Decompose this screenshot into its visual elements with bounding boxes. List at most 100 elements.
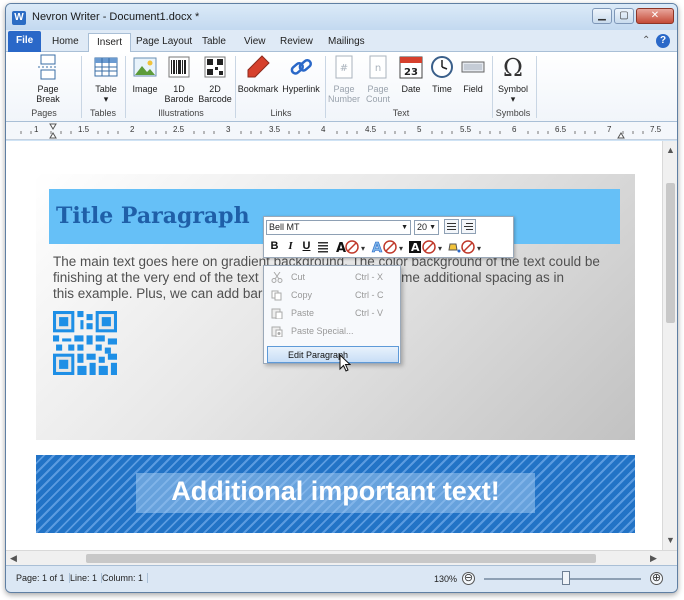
minimize-button[interactable]: ▁ [592,8,612,24]
table-label: Table [95,84,117,94]
tab-mailings[interactable]: Mailings [320,33,373,52]
image-icon [133,57,157,77]
svg-text:#: # [340,63,348,74]
hyperlink-icon [290,59,312,75]
horizontal-scroll-thumb[interactable] [86,554,596,563]
help-icon[interactable]: ? [656,34,670,48]
svg-text:n: n [375,63,381,74]
time-button[interactable]: Time [427,54,457,94]
tab-view[interactable]: View [236,33,274,52]
tab-insert[interactable]: Insert [88,33,132,52]
calendar-day: 23 [404,67,418,78]
scroll-down-icon[interactable]: ▼ [666,535,675,545]
align-justify-icon[interactable] [318,242,328,253]
page-number-button[interactable]: # Page Number [326,54,362,104]
barcode-1d-label-2: Barode [164,94,194,104]
chevron-down-icon[interactable]: ▾ [399,244,403,253]
chevron-down-icon[interactable]: ▾ [438,244,442,253]
banner-text-box: Additional important text! [136,473,535,513]
font-name-combobox[interactable]: Bell MT ▼ [266,220,411,235]
paint-bucket-icon[interactable] [448,243,461,253]
menu-item-copy[interactable]: Copy Ctrl - C [267,287,399,304]
scroll-left-icon[interactable]: ◀ [10,553,17,564]
barcode-2d-icon [204,56,226,78]
menu-item-label: Paste [291,308,315,318]
context-menu: Cut Ctrl - X Copy Ctrl - C Paste Ctrl - … [263,265,401,364]
chevron-down-icon[interactable]: ▾ [361,244,365,253]
maximize-button[interactable]: ▢ [614,8,634,24]
menu-item-paste[interactable]: Paste Ctrl - V [267,305,399,322]
field-button[interactable]: Field [458,54,488,94]
bold-button[interactable]: B [267,238,282,254]
hyperlink-button[interactable]: Hyperlink [281,54,321,94]
chevron-down-icon: ▼ [429,224,436,231]
date-button[interactable]: 23 Date [396,54,426,94]
symbol-button[interactable]: Ω Symbol ▾ [495,54,531,104]
page-count-button[interactable]: n Page Count [361,54,395,104]
zoom-out-button[interactable]: ⊖ [462,572,475,585]
copy-icon [271,290,282,301]
tab-page-layout[interactable]: Page Layout [128,33,200,52]
text-effect-icon[interactable]: A [372,241,383,255]
no-color-icon[interactable] [422,240,436,254]
no-color-icon[interactable] [345,240,359,254]
menu-item-shortcut: Ctrl - V [355,308,383,318]
font-color-icon[interactable]: A [336,241,346,255]
group-label-illustrations: Illustrations [158,108,204,118]
zoom-slider-thumb[interactable] [562,571,570,585]
page-break-button[interactable]: Page Break [26,54,70,104]
qr-code-image[interactable] [53,311,117,375]
underline-button[interactable]: U [299,238,314,254]
status-page: Page: 1 of 1 [12,573,70,583]
field-label: Field [463,84,483,94]
group-label-tables: Tables [89,108,116,118]
table-button[interactable]: Table ▾ [86,54,126,104]
scroll-right-icon[interactable]: ▶ [650,553,657,564]
ribbon-insert: Page Break Table ▾ Image 1D Barode 2D Ba… [6,52,677,122]
page-break-icon [38,54,58,80]
first-line-indent-marker[interactable] [49,123,57,130]
menu-item-label: Cut [291,272,306,282]
group-label-text: Text [392,108,410,118]
highlight-banner[interactable]: Additional important text! [36,455,635,533]
horizontal-ruler[interactable]: 1 1.5 2 2.5 3 3.5 4 4.5 5 5.5 6 6.5 7 7.… [6,122,677,140]
no-color-icon[interactable] [383,240,397,254]
menu-item-cut[interactable]: Cut Ctrl - X [267,269,399,286]
barcode-1d-label-1: 1D [173,84,185,94]
close-button[interactable]: ✕ [636,8,674,24]
italic-button[interactable]: I [283,238,298,254]
vertical-scroll-thumb[interactable] [666,183,675,323]
bookmark-button[interactable]: Bookmark [237,54,279,94]
menu-item-edit-paragraph[interactable]: Edit Paragraph [267,346,399,363]
title-paragraph[interactable]: Title Paragraph [56,203,250,229]
collapse-ribbon-icon[interactable]: ⌃ [642,35,650,46]
horizontal-scrollbar[interactable]: ◀ ▶ [6,550,677,565]
barcode-2d-button[interactable]: 2D Barcode [196,54,234,104]
scissors-icon [271,272,283,283]
page-count-label-1: Page [367,84,389,94]
vertical-scrollbar[interactable]: ▲ ▼ [662,141,677,550]
list-outdent-icon [464,223,473,230]
tab-review[interactable]: Review [272,33,321,52]
font-size-combobox[interactable]: 20 ▼ [414,220,439,235]
scroll-up-icon[interactable]: ▲ [666,145,675,155]
grow-font-icon[interactable] [444,219,459,234]
shrink-font-icon[interactable] [461,219,476,234]
group-label-symbols: Symbols [495,108,531,118]
document-canvas[interactable]: Title Paragraph The main text goes here … [6,141,662,550]
barcode-1d-button[interactable]: 1D Barode [162,54,196,104]
menu-item-shortcut: Ctrl - C [355,290,384,300]
group-separator [536,56,537,118]
image-button[interactable]: Image [128,54,162,94]
zoom-in-button[interactable]: ⊕ [650,572,663,585]
menu-item-paste-special[interactable]: Paste Special... [267,323,399,340]
chevron-down-icon[interactable]: ▾ [477,244,481,253]
tab-table[interactable]: Table [194,33,234,52]
no-color-icon[interactable] [461,240,475,254]
symbol-label: Symbol [497,84,528,94]
ruler-ticks [20,123,644,139]
tab-file[interactable]: File [8,31,42,52]
date-label: Date [401,84,421,94]
banner-text[interactable]: Additional important text! [136,476,535,507]
tab-home[interactable]: Home [44,33,87,52]
